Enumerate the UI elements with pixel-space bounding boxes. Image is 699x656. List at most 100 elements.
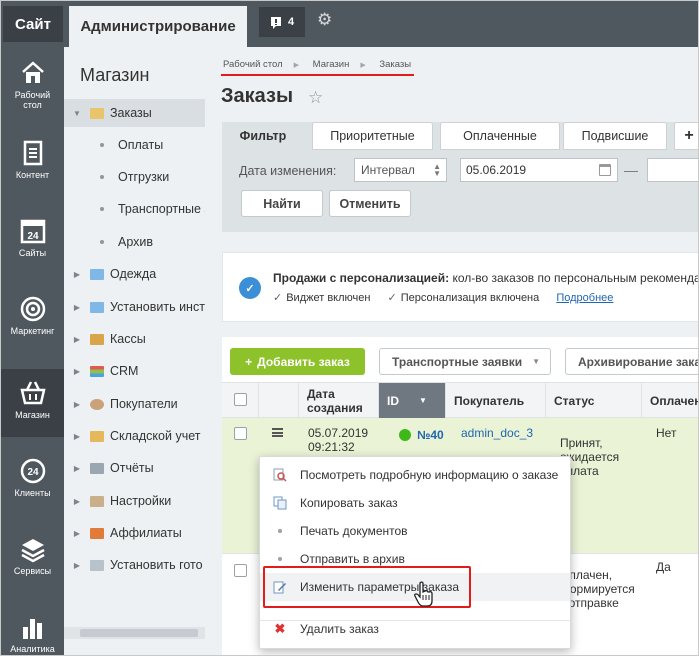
date-to-input[interactable] <box>647 158 698 182</box>
nav-desktop[interactable]: Рабочий стол <box>1 49 64 117</box>
column-date-line1: Дата <box>307 386 335 401</box>
row-buyer-link[interactable]: admin_doc_3 <box>461 426 533 440</box>
nav-analytics[interactable]: Аналитика <box>1 603 64 655</box>
sidebar-item-archive[interactable]: Архив <box>64 228 205 256</box>
menu-item-copy[interactable]: Копировать заказ <box>260 489 570 517</box>
sidebar-item-shipments[interactable]: Отгрузки <box>64 163 205 191</box>
breadcrumb-desktop[interactable]: Рабочий стол <box>223 59 283 70</box>
sidebar-item-label: Оплаты <box>118 138 164 152</box>
add-tab-button[interactable]: + <box>674 122 698 150</box>
sidebar-item-crm[interactable]: ▶ CRM <box>64 357 205 385</box>
nav-marketing-label: Маркетинг <box>10 326 55 336</box>
sidebar-item-orders[interactable]: ▼ Заказы <box>64 99 205 127</box>
personalization-notice: ✓ Продажи с персонализацией: кол-во зака… <box>222 252 698 322</box>
row-status-line2: формируется <box>560 582 635 596</box>
menu-item-label: Посмотреть подробную информацию о заказе <box>300 468 559 482</box>
column-date[interactable]: Дата создания <box>299 383 379 418</box>
bullet-icon <box>278 529 282 533</box>
nav-shop[interactable]: Магазин <box>1 369 64 437</box>
tab-priority[interactable]: Приоритетные <box>312 122 433 150</box>
sidebar-item-clothes[interactable]: ▶ Одежда <box>64 260 205 288</box>
menu-item-label: Копировать заказ <box>300 496 398 510</box>
sidebar-item-label: CRM <box>110 364 139 378</box>
more-link[interactable]: Подробнее <box>556 292 613 304</box>
nav-content[interactable]: Контент <box>1 129 64 197</box>
menu-item-print[interactable]: Печать документов <box>260 517 570 545</box>
favorite-star-icon[interactable]: ☆ <box>308 88 323 108</box>
column-id-label: ID <box>387 393 399 408</box>
top-bar: Сайт Администрирование 4 ⚙ <box>1 1 698 47</box>
collapsed-arrow-icon: ▶ <box>73 302 81 312</box>
row-paid: Нет <box>656 426 677 440</box>
personalization-status: Персонализация включена <box>400 292 540 304</box>
copy-icon <box>273 496 287 510</box>
transport-requests-label: Транспортные заявки <box>392 354 523 369</box>
row-status: Оплачен, формируется к отправке <box>560 568 635 610</box>
interval-select[interactable]: Интервал ▲ ▼ <box>354 158 447 182</box>
sidebar-item-cashboxes[interactable]: ▶ Кассы <box>64 325 205 353</box>
breadcrumb-shop[interactable]: Магазин <box>313 59 350 70</box>
column-id[interactable]: ID ▼ <box>379 383 446 418</box>
date-changed-label: Дата изменения: <box>239 164 337 178</box>
row-status-line1: Оплачен, <box>560 568 613 582</box>
shop-bag-icon <box>90 107 104 119</box>
nav-services[interactable]: Сервисы <box>1 525 64 593</box>
table-header: Дата создания ID ▼ Покупатель Статус Оплач… <box>222 382 698 418</box>
add-order-button[interactable]: + Добавить заказ <box>230 348 365 375</box>
sidebar-scrollbar[interactable] <box>64 627 205 639</box>
menu-item-delete[interactable]: ✖ Удалить заказ <box>260 615 570 643</box>
gear-icon[interactable]: ⚙ <box>317 10 332 30</box>
cancel-button[interactable]: Отменить <box>329 190 411 217</box>
row-date: 05.07.2019 09:21:32 <box>308 426 368 454</box>
column-status[interactable]: Статус <box>546 383 642 418</box>
select-all-checkbox[interactable] <box>234 393 247 406</box>
archive-orders-button[interactable]: Архивирование заказов <box>565 348 698 375</box>
edit-highlight-frame <box>263 566 471 608</box>
sort-desc-icon: ▼ <box>419 395 427 405</box>
column-paid[interactable]: Оплачен <box>642 383 698 418</box>
sidebar-item-payments[interactable]: Оплаты <box>64 131 205 159</box>
column-buyer[interactable]: Покупатель <box>446 383 546 418</box>
find-button[interactable]: Найти <box>241 190 323 217</box>
tab-stuck[interactable]: Подвисшие <box>563 122 667 150</box>
bullet-icon <box>100 143 104 147</box>
menu-item-view[interactable]: Посмотреть подробную информацию о заказе <box>260 461 570 489</box>
transport-requests-button[interactable]: Транспортные заявки ▼ <box>379 348 551 375</box>
sidebar-item-label: Отгрузки <box>118 170 170 184</box>
nav-marketing[interactable]: Маркетинг <box>1 285 64 353</box>
nav-desktop-label1: Рабочий <box>14 90 51 100</box>
clients-icon: 24 <box>20 458 45 484</box>
row-id-link[interactable]: №40 <box>417 428 444 442</box>
nav-clients[interactable]: 24 Клиенты <box>1 447 64 515</box>
tab-filter[interactable]: Фильтр <box>222 122 304 150</box>
sidebar-item-reports[interactable]: ▶ Отчёты <box>64 454 205 482</box>
menu-item-label: Печать документов <box>300 524 408 538</box>
site-tab[interactable]: Сайт <box>3 6 63 42</box>
calendar-icon[interactable] <box>599 164 611 176</box>
layers-icon <box>20 539 45 563</box>
sidebar-item-buyers[interactable]: ▶ Покупатели <box>64 390 205 418</box>
sidebar-item-affiliates[interactable]: ▶ Аффилиаты <box>64 519 205 547</box>
sidebar-item-warehouse[interactable]: ▶ Складской учет <box>64 422 205 450</box>
sidebar-item-install[interactable]: ▶ Установить инст <box>64 293 205 321</box>
breadcrumb-orders[interactable]: Заказы <box>379 59 411 70</box>
sidebar: Магазин ▼ Заказы Оплаты Отгрузки Транспор… <box>64 47 205 655</box>
notice-title: Продажи с персонализацией: <box>273 271 450 285</box>
sidebar-item-install-ready[interactable]: ▶ Установить гото <box>64 551 205 579</box>
date-from-input[interactable]: 05.06.2019 <box>460 158 618 182</box>
row-checkbox[interactable] <box>234 564 247 577</box>
row-menu-icon[interactable] <box>272 428 283 437</box>
notifications-button[interactable]: 4 <box>259 7 305 37</box>
scrollbar-thumb[interactable] <box>80 629 198 637</box>
notification-flag-icon <box>270 16 281 29</box>
dropdown-arrow-icon: ▼ <box>532 357 541 366</box>
sidebar-item-label: Настройки <box>110 494 172 508</box>
admin-tab[interactable]: Администрирование <box>69 6 247 47</box>
sidebar-item-transport[interactable]: Транспортные з <box>64 195 205 223</box>
breadcrumb-highlight <box>221 74 414 76</box>
delete-icon: ✖ <box>274 621 286 636</box>
nav-sites[interactable]: 24 Сайты <box>1 207 64 275</box>
row-checkbox[interactable] <box>234 427 247 440</box>
sidebar-item-settings[interactable]: ▶ Настройки <box>64 487 205 515</box>
tab-paid[interactable]: Оплаченные <box>440 122 560 150</box>
